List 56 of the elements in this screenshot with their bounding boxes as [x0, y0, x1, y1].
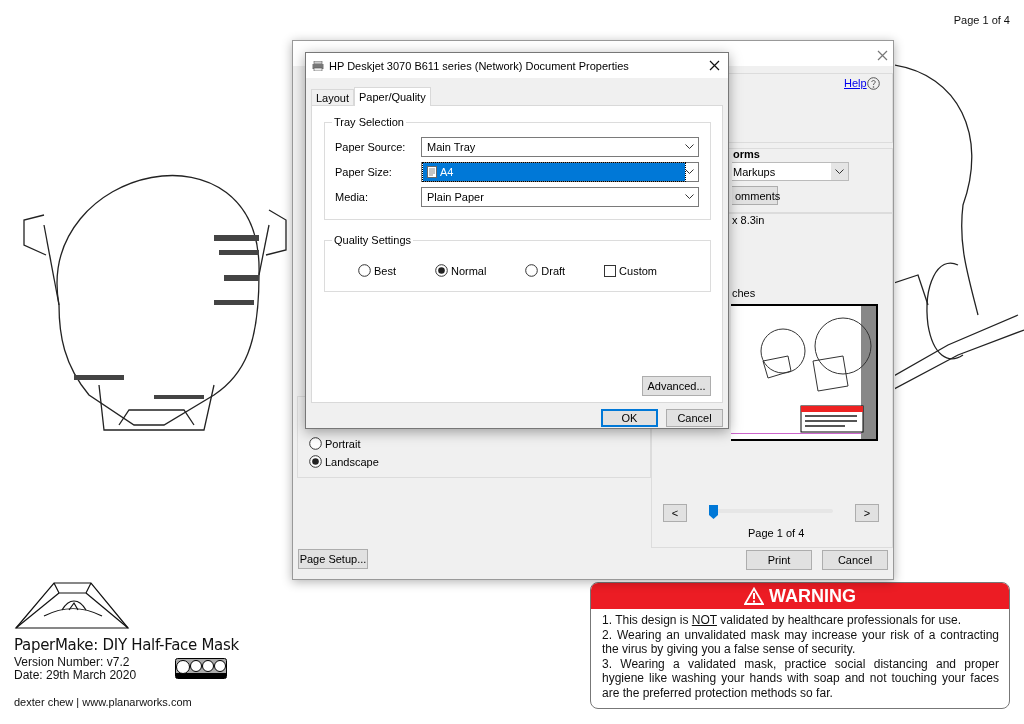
warning-text: 3. Wearing a validated mask, practice social distancing and proper hygiene like washing your hands with soap and not touching your faces are the preferred protection methods so far. [602, 656, 999, 700]
comments-button[interactable]: omments [732, 186, 778, 205]
caret-icon [685, 169, 694, 174]
option-label: Normal [450, 264, 487, 277]
content-dropdown[interactable]: Markups [732, 162, 849, 181]
close-icon [877, 50, 888, 61]
field-label: Media: [335, 190, 370, 203]
close-icon [709, 60, 720, 71]
page-slider[interactable] [709, 505, 833, 519]
field-value: Plain Paper [427, 190, 484, 203]
warning-text: 1. This design is NOT validated by healthcare professionals for use. [602, 613, 963, 628]
document-date: Date: 29th March 2020 [14, 669, 137, 682]
field-label: Paper Size: [335, 165, 393, 178]
page-indicator: Page 1 of 4 [748, 527, 805, 539]
dropdown-field[interactable]: Main Tray [421, 136, 699, 157]
next-page-button[interactable]: > [855, 504, 879, 522]
author-credit: dexter chew | www.planarworks.com [14, 696, 192, 708]
cancel-button[interactable]: Cancel [666, 409, 723, 427]
printer-icon [312, 60, 324, 71]
group-heading: Quality Settings [333, 234, 413, 246]
window-title: HP Deskjet 3070 B611 series (Network) Document Properties [329, 59, 630, 72]
scale-text: ches [732, 287, 756, 299]
field-value: Main Tray [427, 140, 476, 153]
group-heading: Tray Selection [333, 116, 405, 128]
print-button[interactable]: Print [746, 550, 812, 570]
tab[interactable]: Layout [311, 89, 355, 105]
cancel-button[interactable]: Cancel [822, 550, 888, 570]
dropdown-field[interactable]: Plain Paper [421, 186, 699, 207]
field-label: Paper Source: [335, 140, 407, 153]
document-icon [427, 165, 437, 178]
option-label: Landscape [325, 455, 379, 468]
help-link[interactable]: Help [844, 77, 867, 89]
dropdown-field[interactable]: A4 [421, 161, 699, 182]
warning-text: 2. Wearing an unvalidated mask may increase your risk of a contracting the virus by giving you a false sense of security. [602, 627, 999, 657]
tab[interactable]: Paper/Quality [354, 87, 431, 106]
license-badge-icon [175, 658, 227, 679]
field-value: A4 [440, 165, 454, 178]
caret-icon [685, 194, 694, 199]
document-title: PaperMake: DIY Half-Face Mask [14, 636, 239, 654]
option-label: Custom [619, 264, 657, 277]
option-label: Draft [541, 264, 566, 277]
caret-icon [685, 144, 694, 149]
advanced-button[interactable]: Advanced... [642, 376, 711, 396]
section-heading: orms [733, 148, 760, 160]
warning-heading: WARNING [769, 585, 856, 607]
help-icon [867, 77, 880, 90]
version-number: Version Number: v7.2 [14, 656, 130, 669]
page-number: Page 1 of 4 [953, 14, 1010, 26]
ok-button[interactable]: OK [601, 409, 658, 427]
option-label: Best [374, 264, 396, 277]
previous-page-button[interactable]: < [663, 504, 687, 522]
caret-icon [835, 169, 844, 174]
page-setup-button[interactable]: Page Setup... [298, 549, 368, 569]
paper-size-text: x 8.3in [732, 214, 765, 226]
warning-icon [744, 587, 764, 605]
option-label: Portrait [325, 437, 361, 450]
